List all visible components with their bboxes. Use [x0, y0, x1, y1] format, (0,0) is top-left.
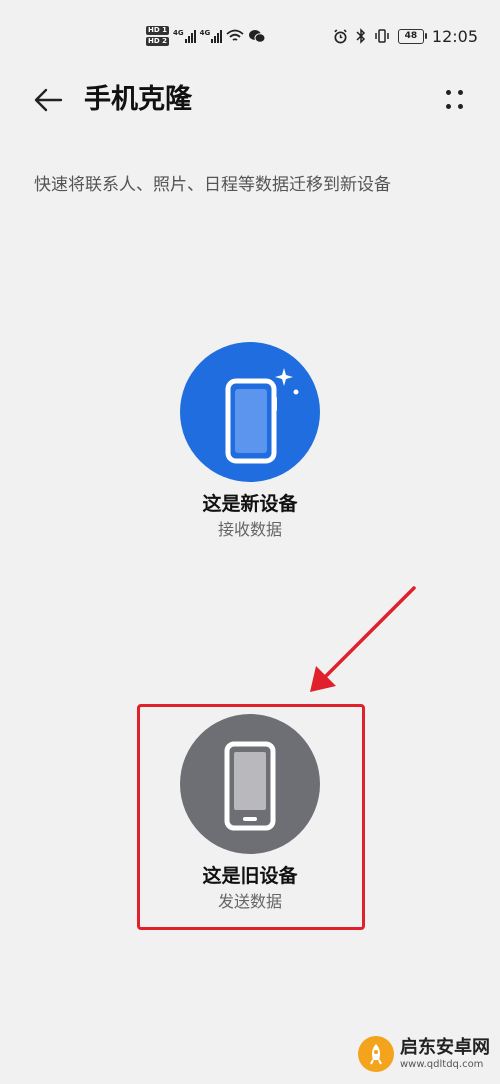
signal-1: 4G — [173, 29, 196, 43]
back-button[interactable] — [28, 82, 68, 118]
new-device-subtitle: 接收数据 — [217, 520, 282, 539]
signal-bars-2-icon — [211, 29, 223, 43]
more-dots-icon[interactable] — [444, 84, 472, 116]
wifi-icon — [226, 29, 244, 41]
rocket-icon — [370, 1044, 382, 1065]
status-time: 12:05 — [431, 26, 478, 46]
status-bar: HD 1 HD 2 4G 4G 48 12:05 — [0, 0, 500, 70]
signal-2: 4G — [200, 29, 223, 43]
alarm-icon — [334, 28, 347, 43]
battery-indicator: 48 — [397, 28, 427, 44]
new-phone-icon — [225, 368, 299, 464]
watermark-text: 启东安卓网 www.qdltdq.com — [400, 1037, 490, 1071]
new-device-title: 这是新设备 — [202, 493, 298, 515]
vibrate-icon — [375, 29, 389, 43]
new-device-option[interactable]: 这是新设备 接收数据 — [140, 342, 360, 542]
watermark: 启东安卓网 www.qdltdq.com — [358, 1036, 490, 1072]
back-arrow-icon — [34, 88, 63, 112]
watermark-url: www.qdltdq.com — [400, 1059, 484, 1070]
hd2-badge: HD 2 — [146, 37, 169, 46]
bluetooth-icon — [356, 28, 365, 44]
hd1-badge: HD 1 — [146, 26, 169, 35]
network-type-2: 4G — [199, 29, 211, 37]
status-right: 48 12:05 — [333, 26, 478, 46]
hd-badges: HD 1 HD 2 — [146, 26, 169, 46]
page-title: 手机克隆 — [84, 84, 192, 115]
watermark-logo-icon — [358, 1036, 394, 1072]
watermark-name: 启东安卓网 — [400, 1037, 490, 1058]
annotation-highlight-box — [137, 704, 365, 930]
new-device-circle — [180, 342, 320, 482]
wechat-icon — [249, 29, 266, 43]
network-type-1: 4G — [172, 29, 184, 37]
page-description: 快速将联系人、照片、日程等数据迁移到新设备 — [34, 175, 391, 195]
annotation-arrow-icon — [310, 586, 416, 692]
status-left: HD 1 HD 2 4G 4G — [146, 22, 266, 50]
signal-bars-1-icon — [184, 29, 196, 43]
app-bar: 手机克隆 — [0, 70, 500, 130]
